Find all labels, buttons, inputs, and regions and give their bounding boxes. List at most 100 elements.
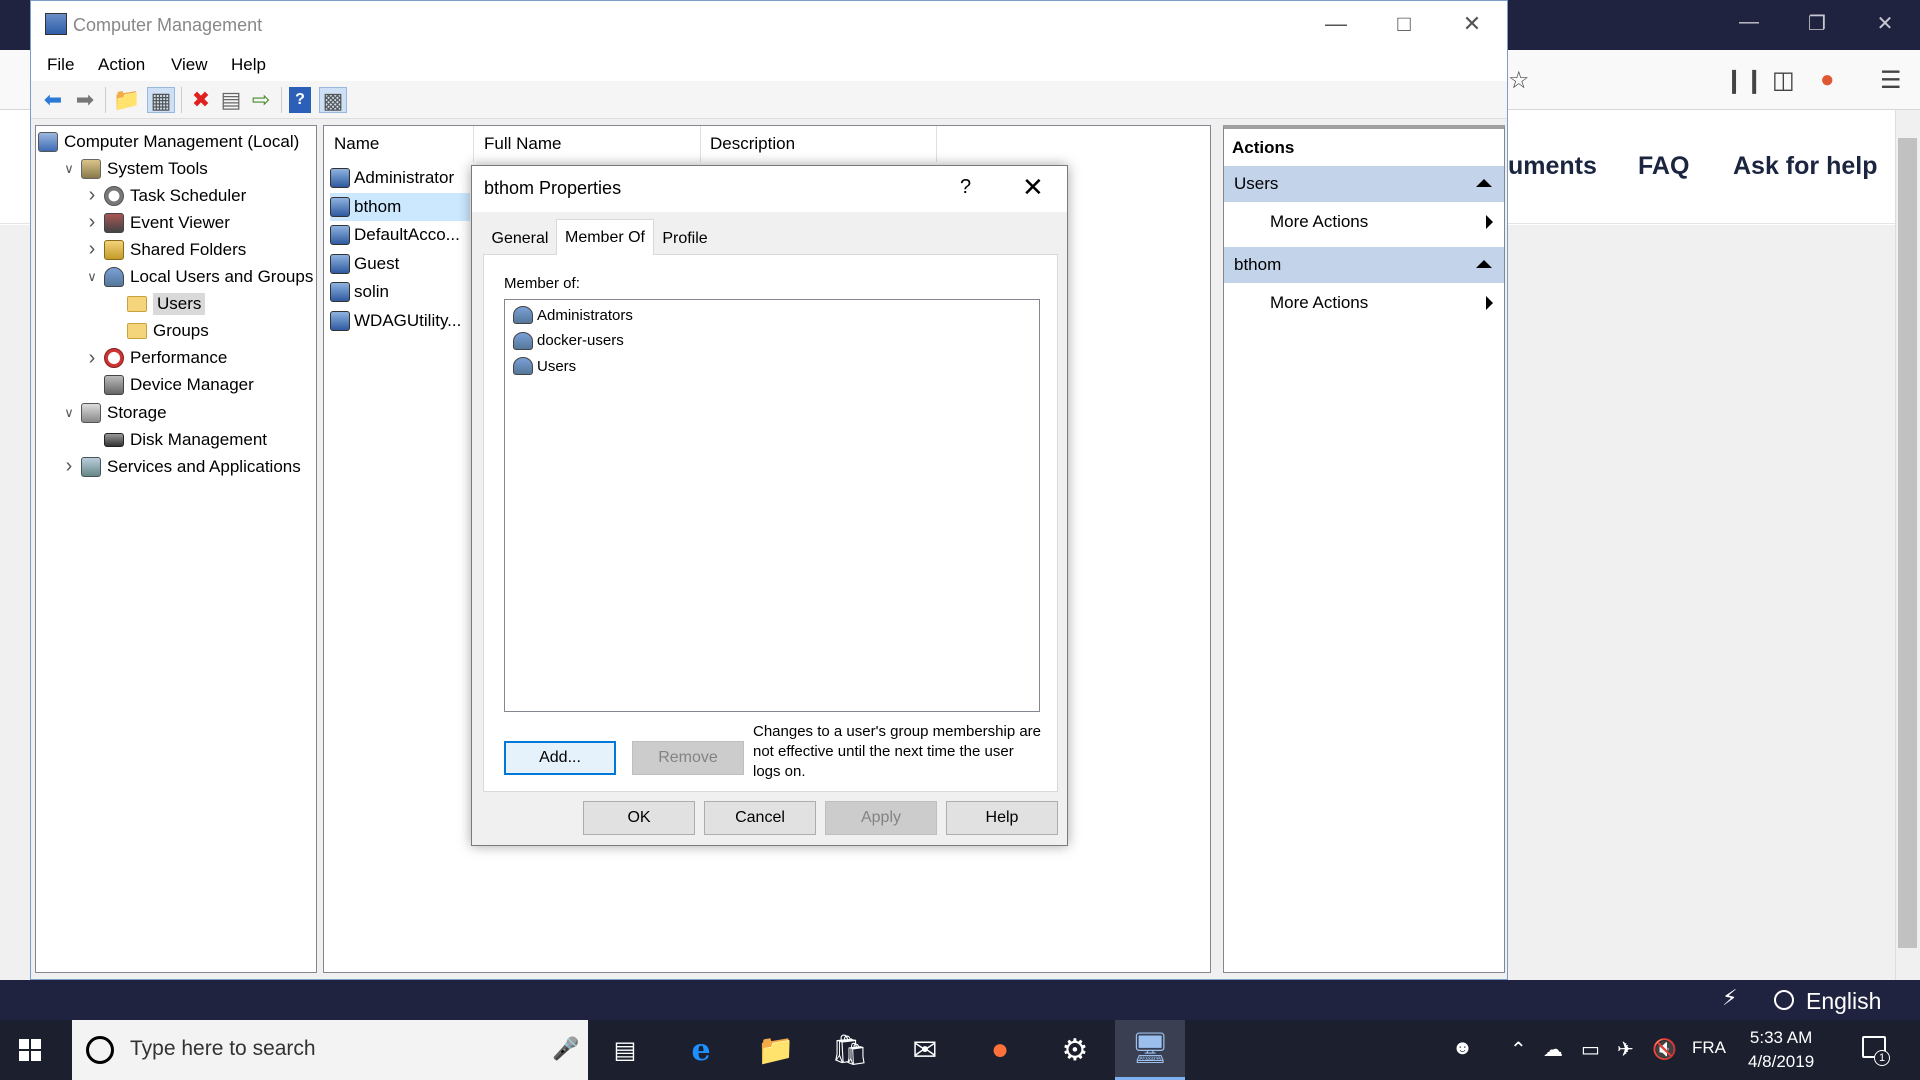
tab-member-of[interactable]: Member Of [556, 219, 654, 255]
export-list-icon[interactable]: ⇨ [247, 87, 275, 113]
nav-help-link[interactable]: Ask for help [1733, 152, 1877, 181]
start-button[interactable] [0, 1020, 60, 1080]
browser-minimize-button[interactable]: — [1714, 11, 1784, 34]
collapse-triangle-icon[interactable] [1476, 260, 1492, 268]
volume-muted-icon[interactable]: 🔇 [1652, 1037, 1677, 1062]
column-divider[interactable] [936, 126, 937, 162]
language-label[interactable]: English [1806, 988, 1881, 1015]
hamburger-menu-icon[interactable]: ☰ [1880, 66, 1902, 95]
chevron-right-icon[interactable]: › [84, 238, 100, 261]
properties-icon[interactable]: ▤ [217, 87, 245, 113]
help-icon[interactable]: ? [289, 87, 311, 113]
browser-close-button[interactable]: ✕ [1850, 11, 1920, 36]
actions-group-users[interactable]: Users [1224, 166, 1504, 202]
input-language-indicator[interactable]: FRA [1692, 1038, 1726, 1058]
apply-button[interactable]: Apply [825, 801, 937, 835]
chevron-right-icon[interactable]: › [84, 347, 100, 370]
member-of-listbox[interactable]: Administrators docker-users Users [504, 299, 1040, 712]
computer-management-taskbar-icon[interactable]: 🖥 [1115, 1020, 1185, 1080]
store-icon[interactable]: 🛍 [815, 1020, 885, 1080]
column-header-full-name[interactable]: Full Name [484, 134, 561, 154]
library-icon[interactable]: ❙❙ [1724, 66, 1764, 95]
user-row[interactable]: WDAGUtility... [330, 307, 470, 335]
help-button[interactable]: Help [946, 801, 1058, 835]
user-row[interactable]: solin [330, 278, 470, 306]
user-row[interactable]: DefaultAcco... [330, 221, 470, 249]
browser-scrollbar-thumb[interactable] [1898, 138, 1917, 948]
ok-button[interactable]: OK [583, 801, 695, 835]
taskbar-search-box[interactable]: Type here to search 🎤 [72, 1020, 588, 1080]
people-icon[interactable]: ☻ [1452, 1037, 1473, 1060]
chevron-down-icon[interactable]: ∨ [84, 269, 100, 285]
edge-icon[interactable]: e [666, 1020, 736, 1080]
collapse-triangle-icon[interactable] [1476, 179, 1492, 187]
up-folder-icon[interactable]: 📁 [113, 87, 141, 113]
mail-icon[interactable]: ✉ [890, 1020, 960, 1080]
battery-icon[interactable]: ▭ [1581, 1037, 1600, 1062]
menu-action[interactable]: Action [98, 55, 145, 75]
task-view-icon[interactable]: ▤ [590, 1020, 660, 1080]
tree-item[interactable]: › Event Viewer [84, 209, 230, 236]
tree-item[interactable]: › Task Scheduler [84, 182, 247, 209]
back-arrow-icon[interactable]: ⬅ [39, 87, 67, 113]
dialog-close-button[interactable]: ✕ [1022, 172, 1044, 203]
tree-item[interactable]: Groups [107, 318, 209, 345]
bookmark-star-icon[interactable]: ☆ [1508, 66, 1530, 95]
column-header-name[interactable]: Name [334, 134, 379, 154]
chevron-down-icon[interactable]: ∨ [61, 405, 77, 421]
maximize-button[interactable]: □ [1369, 11, 1439, 37]
user-row[interactable]: Guest [330, 250, 470, 278]
tree-item[interactable]: Device Manager [84, 372, 254, 399]
chevron-down-icon[interactable]: ∨ [61, 161, 77, 177]
firefox-icon[interactable]: ● [965, 1020, 1035, 1080]
show-hide-console-tree-icon[interactable]: ▦ [147, 87, 175, 113]
tree-item[interactable]: Users [107, 291, 206, 318]
menu-file[interactable]: File [47, 55, 74, 75]
delete-icon[interactable]: ✖ [187, 87, 215, 113]
group-list-item[interactable]: docker-users [513, 331, 624, 350]
tab-general[interactable]: General [486, 223, 554, 255]
tree-item[interactable]: ∨ System Tools [61, 155, 208, 182]
forward-arrow-icon[interactable]: ➡ [71, 87, 99, 113]
chevron-right-icon[interactable]: › [84, 211, 100, 234]
add-button[interactable]: Add... [504, 741, 616, 775]
tree-item[interactable]: › Services and Applications [61, 453, 301, 480]
user-row[interactable]: Administrator [330, 164, 470, 192]
nav-documents-link[interactable]: uments [1508, 152, 1597, 181]
menu-view[interactable]: View [171, 55, 208, 75]
onedrive-icon[interactable]: ☁ [1543, 1037, 1563, 1062]
sidebar-icon[interactable]: ◫ [1772, 66, 1795, 95]
browser-restore-button[interactable]: ❐ [1782, 11, 1852, 36]
tree-item[interactable]: › Shared Folders [84, 236, 247, 263]
minimize-button[interactable]: — [1301, 11, 1371, 37]
bthom-more-actions[interactable]: More Actions [1270, 293, 1368, 313]
actions-group-bthom[interactable]: bthom [1224, 247, 1504, 283]
group-list-item[interactable]: Users [513, 357, 576, 375]
column-divider[interactable] [700, 126, 701, 162]
settings-gear-icon[interactable]: ⚙ [1040, 1020, 1110, 1080]
column-divider[interactable] [473, 126, 474, 162]
group-list-item[interactable]: Administrators [513, 306, 633, 324]
cancel-button[interactable]: Cancel [704, 801, 816, 835]
users-more-actions[interactable]: More Actions [1270, 212, 1368, 232]
tree-item[interactable]: Computer Management (Local) [38, 128, 299, 155]
file-explorer-icon[interactable]: 📁 [741, 1020, 811, 1080]
dialog-help-button[interactable]: ? [960, 176, 971, 199]
show-hidden-icons-chevron-icon[interactable]: ⌃ [1510, 1037, 1527, 1062]
duckduckgo-icon[interactable]: ● [1820, 66, 1835, 94]
clock[interactable]: 5:33 AM 4/8/2019 [1748, 1026, 1814, 1074]
tree-item[interactable]: Disk Management [84, 426, 267, 453]
tree-item[interactable]: ∨ Local Users and Groups [84, 264, 313, 291]
close-button[interactable]: ✕ [1437, 11, 1507, 37]
chevron-right-icon[interactable]: › [61, 455, 77, 478]
menu-help[interactable]: Help [231, 55, 266, 75]
tree-item[interactable]: › Performance [84, 345, 228, 372]
tree-item[interactable]: ∨ Storage [61, 399, 167, 426]
user-row[interactable]: bthom [330, 192, 470, 221]
column-header-description[interactable]: Description [710, 134, 795, 154]
nav-faq-link[interactable]: FAQ [1638, 152, 1689, 181]
show-hide-action-pane-icon[interactable]: ▩ [319, 87, 347, 113]
microphone-icon[interactable]: 🎤 [552, 1036, 579, 1062]
remove-button[interactable]: Remove [632, 741, 744, 775]
tab-profile[interactable]: Profile [656, 223, 714, 255]
